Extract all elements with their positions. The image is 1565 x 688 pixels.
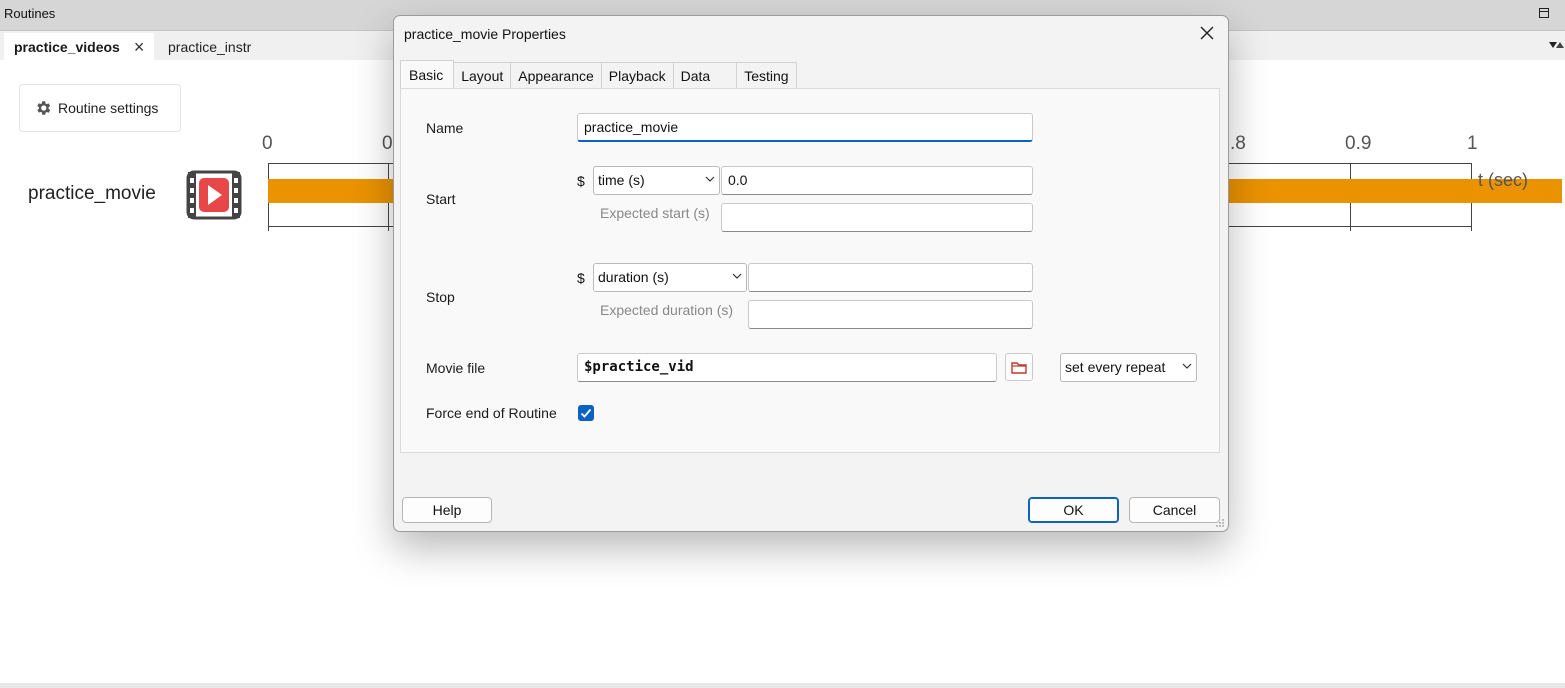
tab-label: practice_videos [14,39,120,55]
movie-update-select[interactable]: set every repeat [1060,353,1197,382]
tab-layout[interactable]: Layout [454,62,512,88]
chevron-down-icon [1182,363,1192,369]
panel-bottom-border [0,683,1565,688]
scroll-up-arrow-icon[interactable] [1556,42,1564,48]
timeline-axis-top [268,163,394,164]
start-type-select[interactable]: time (s) [593,166,720,195]
expected-duration-field[interactable] [748,300,1033,329]
timeline-axis-top [1228,163,1472,164]
stop-type-select[interactable]: duration (s) [593,263,747,292]
close-icon[interactable]: × [134,38,145,56]
expected-start-field[interactable] [721,203,1033,232]
tab-playback[interactable]: Playback [601,62,674,88]
stop-value-field[interactable] [748,263,1033,292]
timeline-axis-label: t (sec) [1478,170,1529,190]
tab-appearance[interactable]: Appearance [511,62,602,88]
movie-update-value: set every repeat [1065,359,1166,375]
force-end-label: Force end of Routine [426,405,557,421]
maximize-icon[interactable] [1539,8,1549,18]
folder-icon [1011,362,1027,374]
tab-practice-instr[interactable]: practice_instr [168,39,251,55]
close-icon[interactable] [1198,24,1216,42]
basic-tab-panel: Name practice_movie Start $ time (s) 0.0… [400,88,1220,453]
tick-label: 0 [382,133,393,154]
name-label: Name [426,120,464,136]
tick-label: 1 [1467,133,1478,154]
component-properties-dialog: practice_movie Properties Basic Layout A… [393,15,1229,532]
tab-basic[interactable]: Basic [400,60,455,88]
start-type-value: time (s) [598,172,645,188]
timeline-axis-bottom [268,226,394,227]
movie-file-field[interactable]: $practice_vid [577,353,997,382]
ok-button[interactable]: OK [1028,497,1119,523]
tab-testing[interactable]: Testing [737,62,797,88]
resize-grip-icon[interactable] [1215,518,1225,528]
gear-icon [37,101,51,115]
stop-type-value: duration (s) [598,269,669,285]
chevron-down-icon [732,273,742,279]
chevron-down-icon [705,176,715,182]
component-name: practice_movie [28,183,156,204]
stop-label: Stop [426,289,455,305]
dialog-title: practice_movie Properties [404,26,566,42]
stop-code-dollar: $ [577,270,585,286]
tick-label: .8 [1230,133,1246,154]
timeline-axis-bottom [1228,226,1472,227]
tab-practice-videos[interactable]: practice_videos × [4,33,155,61]
panel-title: Routines [4,6,56,21]
cancel-button[interactable]: Cancel [1129,497,1220,523]
start-code-dollar: $ [577,173,585,189]
expected-start-label: Expected start (s) [600,205,710,221]
tick-label: 0.9 [1345,133,1372,154]
routine-settings-label: Routine settings [58,100,159,116]
start-label: Start [426,191,456,207]
routine-settings-button[interactable]: Routine settings [19,84,181,132]
start-value-field[interactable]: 0.0 [721,166,1033,195]
expected-duration-label: Expected duration (s) [600,302,734,318]
browse-file-button[interactable] [1005,353,1033,381]
help-button[interactable]: Help [402,497,492,523]
name-field[interactable]: practice_movie [577,113,1033,142]
movie-file-label: Movie file [426,360,486,376]
force-end-checkbox[interactable] [578,405,594,421]
movie-icon[interactable] [186,170,242,220]
tab-data[interactable]: Data [673,62,738,88]
dialog-tabs: Basic Layout Appearance Playback Data Te… [400,60,797,88]
component-timeline-bar[interactable] [268,179,398,203]
checkmark-icon [580,408,592,418]
tick-label: 0 [262,133,273,154]
